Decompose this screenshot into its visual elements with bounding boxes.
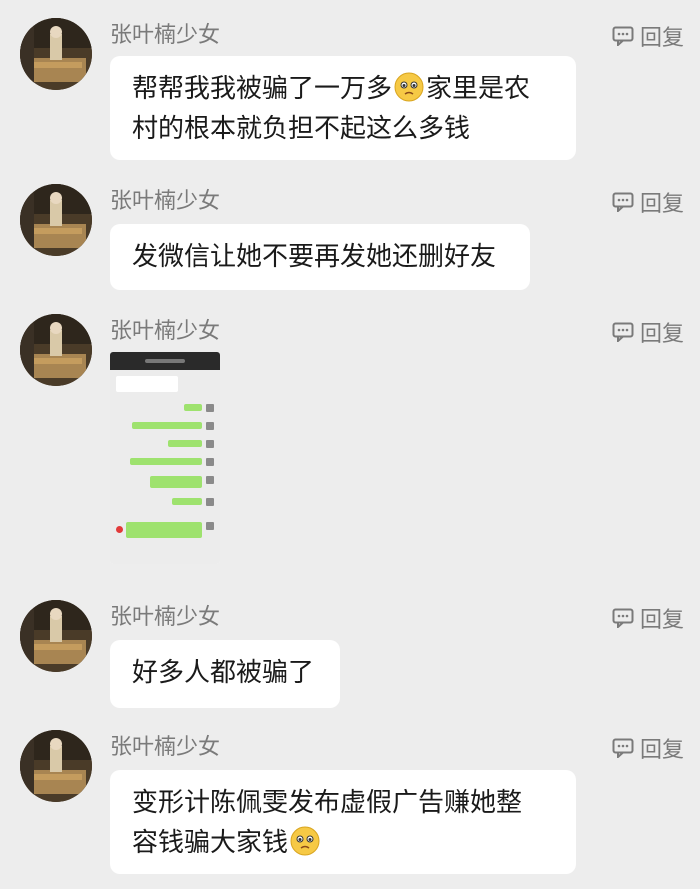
comment-text: 帮帮我我被骗了一万多: [132, 74, 393, 104]
comment-text: 好多人都被骗了: [132, 658, 315, 688]
comment-bubble: 好多人都被骗了: [110, 640, 340, 708]
comment-icon: [612, 192, 634, 212]
reply-label: 回复: [639, 26, 684, 51]
username[interactable]: 张叶楠少女: [110, 186, 220, 218]
chat-preview: [110, 370, 220, 564]
sad-face-emoji: [394, 72, 424, 102]
username[interactable]: 张叶楠少女: [110, 732, 220, 764]
chat-screenshot-image[interactable]: [110, 352, 220, 564]
comment-icon: [612, 322, 634, 342]
reply-label: 回复: [639, 192, 684, 217]
reply-button[interactable]: 回复: [612, 602, 684, 634]
avatar[interactable]: [20, 184, 92, 256]
reply-button[interactable]: 回复: [612, 20, 684, 52]
comment-bubble: 帮帮我我被骗了一万多 家里是农 村的根本就负担不起这么多钱: [110, 56, 576, 160]
reply-label: 回复: [639, 738, 684, 763]
sad-face-emoji: [290, 826, 320, 856]
comment-text: 变形计陈佩雯发布虚假广告赚她整: [132, 788, 523, 818]
avatar[interactable]: [20, 314, 92, 386]
comment-text: 容钱骗大家钱: [132, 828, 289, 858]
username[interactable]: 张叶楠少女: [110, 316, 220, 348]
username[interactable]: 张叶楠少女: [110, 602, 220, 634]
reply-button[interactable]: 回复: [612, 316, 684, 348]
comment-text: 发微信让她不要再发她还删好友: [132, 242, 497, 272]
username[interactable]: 张叶楠少女: [110, 20, 220, 52]
comment-bubble: 发微信让她不要再发她还删好友: [110, 224, 530, 290]
comment-icon: [612, 738, 634, 758]
phone-header: [110, 352, 220, 370]
avatar[interactable]: [20, 600, 92, 672]
reply-button[interactable]: 回复: [612, 732, 684, 764]
comment-icon: [612, 26, 634, 46]
avatar[interactable]: [20, 18, 92, 90]
reply-button[interactable]: 回复: [612, 186, 684, 218]
comment-text: 村的根本就负担不起这么多钱: [132, 114, 471, 144]
comment-bubble: 变形计陈佩雯发布虚假广告赚她整 容钱骗大家钱: [110, 770, 576, 874]
comment-icon: [612, 608, 634, 628]
avatar[interactable]: [20, 730, 92, 802]
reply-label: 回复: [639, 608, 684, 633]
comment-text: 家里是农: [426, 74, 531, 104]
reply-label: 回复: [639, 322, 684, 347]
